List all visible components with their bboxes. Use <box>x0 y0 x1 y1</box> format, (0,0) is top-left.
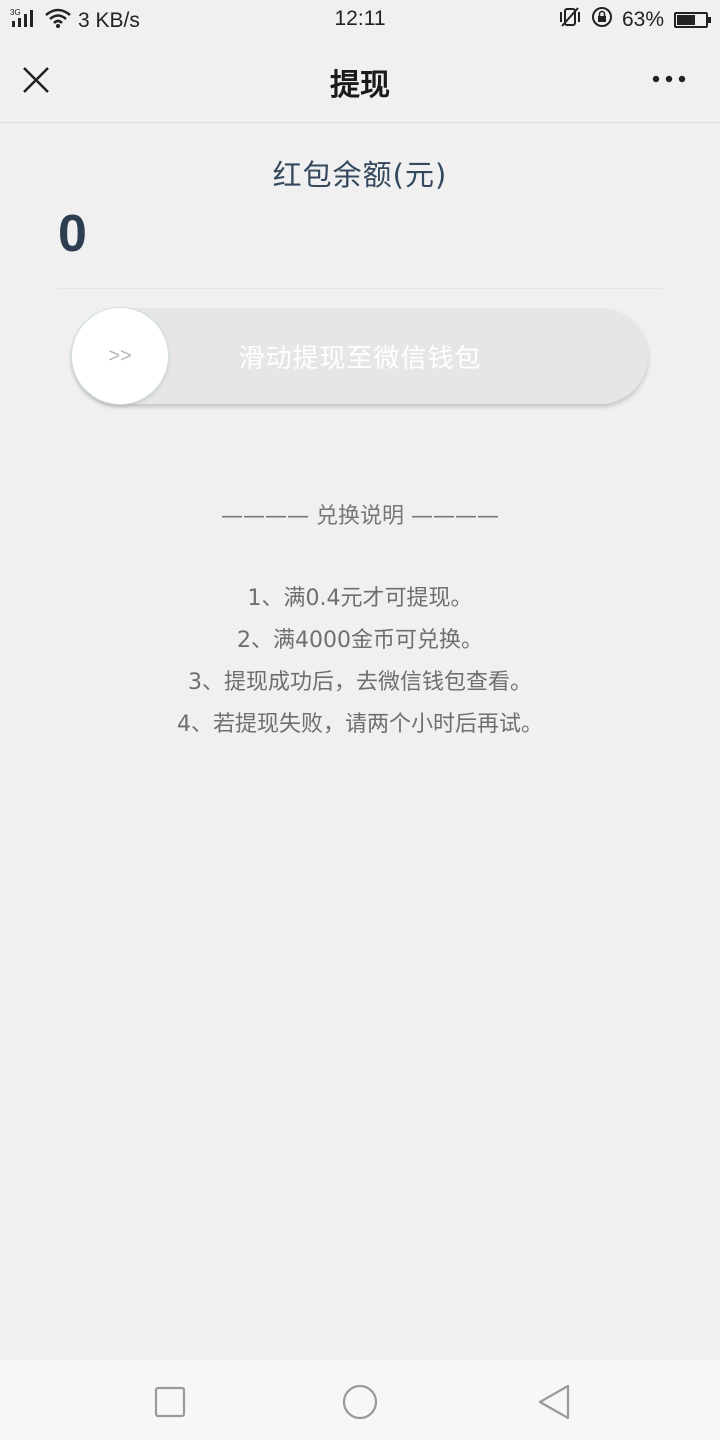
list-item: 2、满4000金币可兑换。 <box>237 628 483 653</box>
list-item: 1、满0.4元才可提现。 <box>247 586 473 611</box>
triangle-back-icon[interactable] <box>532 1380 576 1424</box>
slider-handle[interactable]: >> <box>72 308 168 404</box>
withdraw-slider[interactable]: 滑动提现至微信钱包 >> <box>72 308 648 404</box>
list-item: 3、提现成功后，去微信钱包查看。 <box>188 670 532 695</box>
divider <box>58 288 662 289</box>
more-icon[interactable] <box>650 66 690 96</box>
battery-percent: 63% <box>621 8 664 31</box>
rotation-lock-icon <box>590 6 614 34</box>
system-nav-bar <box>0 1360 720 1440</box>
instructions-list: 1、满0.4元才可提现。 2、满4000金币可兑换。 3、提现成功后，去微信钱包… <box>0 578 720 746</box>
circle-icon[interactable] <box>338 1380 382 1424</box>
page-title: 提现 <box>330 68 390 103</box>
vibrate-off-icon <box>558 6 582 34</box>
balance-label: 红包余额(元) <box>272 158 448 192</box>
square-icon[interactable] <box>148 1380 192 1424</box>
status-right: 63% <box>558 6 711 34</box>
status-bar: 3G 3 KB/s 12:11 63% <box>0 0 720 38</box>
balance-value: 0 <box>58 205 87 263</box>
instructions-title: ———— 兑换说明 ———— <box>221 504 499 529</box>
nav-bar: 提现 <box>0 38 720 123</box>
list-item: 4、若提现失败，请两个小时后再试。 <box>177 712 543 737</box>
battery-icon <box>674 12 711 28</box>
